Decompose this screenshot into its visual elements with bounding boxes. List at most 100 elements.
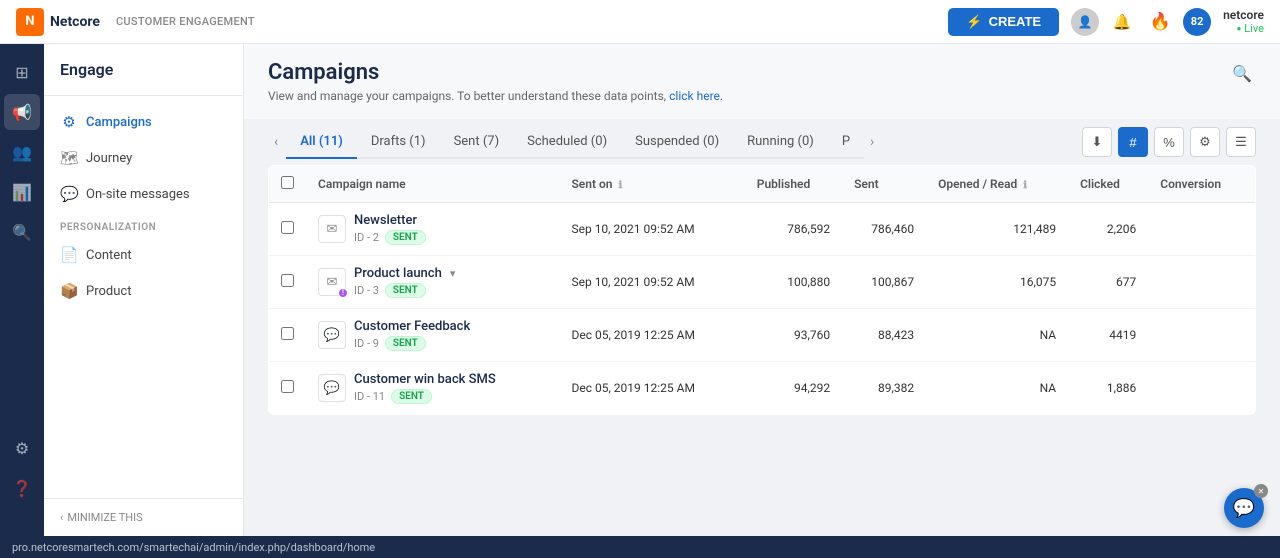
- sidebar: Engage ⚙ Campaigns 🗺 Journey 💬 On-site m…: [44, 44, 244, 536]
- hash-view-button[interactable]: #: [1118, 127, 1148, 157]
- nav-icon-grid[interactable]: ⊞: [4, 54, 40, 90]
- logo: N Netcore: [16, 8, 100, 36]
- clicked-cell: 677: [1068, 256, 1148, 309]
- row-checkbox[interactable]: [281, 380, 294, 393]
- topbar: N Netcore Customer Engagement ⚡ CREATE 👤…: [0, 0, 1280, 44]
- chat-bubble[interactable]: 💬 ✕: [1224, 488, 1264, 528]
- journey-icon: 🗺: [60, 149, 78, 167]
- col-sent: Sent: [842, 166, 926, 203]
- onsite-icon: 💬: [60, 185, 78, 203]
- personalization-section-label: PERSONALIZATION: [44, 212, 243, 237]
- opened-read-cell: 16,075: [926, 256, 1068, 309]
- user-avatar[interactable]: 👤: [1071, 8, 1099, 36]
- content-icon: 📄: [60, 246, 78, 264]
- table-row: ✉ Newsletter ID - 2 SENT Sep 10, 2021 09…: [269, 203, 1256, 256]
- topbar-icons: 👤 🔔 🔥 82: [1071, 7, 1211, 37]
- filter-button[interactable]: ☰: [1226, 127, 1256, 157]
- product-icon: 📦: [60, 282, 78, 300]
- percent-view-button[interactable]: %: [1154, 127, 1184, 157]
- nav-icon-engage[interactable]: 📢: [4, 94, 40, 130]
- status-badge: SENT: [391, 389, 432, 404]
- tab-running[interactable]: Running (0): [733, 126, 828, 159]
- sidebar-item-onsite[interactable]: 💬 On-site messages: [44, 176, 243, 212]
- sent-cell: 89,382: [842, 362, 926, 415]
- account-info[interactable]: netcore Live: [1223, 8, 1264, 35]
- select-all-checkbox[interactable]: [281, 176, 294, 189]
- page-title: Campaigns: [268, 60, 723, 85]
- campaigns-icon: ⚙: [60, 113, 78, 131]
- nav-icon-settings[interactable]: ⚙: [4, 430, 40, 466]
- sent-cell: 100,867: [842, 256, 926, 309]
- tab-all[interactable]: All (11): [286, 126, 357, 159]
- sent-cell: 786,460: [842, 203, 926, 256]
- click-here-link[interactable]: click here.: [669, 89, 723, 103]
- clicked-cell: 2,206: [1068, 203, 1148, 256]
- tab-p[interactable]: P: [828, 126, 864, 159]
- table-row: ✉ ! Product launch ▾ ID - 3 SENT Sep 10,…: [269, 256, 1256, 309]
- score-badge[interactable]: 82: [1183, 8, 1211, 36]
- opened-read-info-icon[interactable]: ℹ: [1023, 180, 1027, 191]
- nav-icon-search[interactable]: 🔍: [4, 214, 40, 250]
- campaign-name: Product launch: [354, 266, 442, 281]
- create-icon: ⚡: [966, 14, 982, 30]
- sidebar-item-campaigns[interactable]: ⚙ Campaigns: [44, 104, 243, 140]
- status-badge: SENT: [385, 336, 426, 351]
- col-published: Published: [745, 166, 842, 203]
- col-campaign-name: Campaign name: [306, 166, 559, 203]
- clicked-cell: 1,886: [1068, 362, 1148, 415]
- opened-read-cell: NA: [926, 362, 1068, 415]
- sidebar-item-product[interactable]: 📦 Product: [44, 273, 243, 309]
- row-checkbox[interactable]: [281, 327, 294, 340]
- notification-bell[interactable]: 🔔: [1107, 7, 1137, 37]
- sidebar-item-journey[interactable]: 🗺 Journey: [44, 140, 243, 176]
- table-toolbar: ⬇ # % ⚙ ☰: [1082, 119, 1256, 165]
- expand-chevron[interactable]: ▾: [450, 267, 456, 280]
- campaign-id: ID - 11: [354, 390, 385, 403]
- topbar-subtitle: Customer Engagement: [116, 15, 255, 28]
- download-button[interactable]: ⬇: [1082, 127, 1112, 157]
- sidebar-item-content[interactable]: 📄 Content: [44, 237, 243, 273]
- page-subtitle: View and manage your campaigns. To bette…: [268, 89, 723, 103]
- tab-next-chevron[interactable]: ›: [864, 130, 880, 154]
- campaign-badge: !: [338, 288, 348, 298]
- sent-on-cell: Dec 05, 2019 12:25 AM: [559, 309, 744, 362]
- page-header: Campaigns View and manage your campaigns…: [244, 44, 1280, 119]
- conversion-cell: [1148, 256, 1255, 309]
- col-opened-read: Opened / Read ℹ: [926, 166, 1068, 203]
- settings-button[interactable]: ⚙: [1190, 127, 1220, 157]
- row-checkbox[interactable]: [281, 274, 294, 287]
- tab-suspended[interactable]: Suspended (0): [621, 126, 733, 159]
- published-cell: 786,592: [745, 203, 842, 256]
- campaign-name: Customer Feedback: [354, 319, 470, 334]
- tab-scheduled[interactable]: Scheduled (0): [513, 126, 621, 159]
- minimize-label: MINIMIZE THIS: [67, 511, 142, 524]
- create-button[interactable]: ⚡ CREATE: [948, 8, 1059, 36]
- campaigns-table: Campaign name Sent on ℹ Published Sent O…: [268, 165, 1256, 415]
- tabs-and-table: ‹ All (11)Drafts (1)Sent (7)Scheduled (0…: [244, 119, 1280, 536]
- statusbar: pro.netcoresmartech.com/smartechai/admin…: [0, 536, 1280, 558]
- logo-icon: N: [16, 8, 44, 36]
- campaign-type-icon: ✉: [318, 215, 346, 243]
- nav-icon-analytics[interactable]: 📊: [4, 174, 40, 210]
- sent-on-info-icon[interactable]: ℹ: [618, 180, 622, 191]
- main-content: Campaigns View and manage your campaigns…: [244, 44, 1280, 536]
- tab-sent[interactable]: Sent (7): [440, 126, 514, 159]
- sidebar-label-content: Content: [86, 248, 132, 263]
- conversion-cell: [1148, 203, 1255, 256]
- campaign-name: Customer win back SMS: [354, 372, 496, 387]
- tab-prev-chevron[interactable]: ‹: [268, 130, 284, 154]
- tab-drafts[interactable]: Drafts (1): [357, 126, 440, 159]
- col-sent-on: Sent on ℹ: [559, 166, 744, 203]
- nav-icon-users[interactable]: 👥: [4, 134, 40, 170]
- campaign-type-icon: 💬: [318, 374, 346, 402]
- sidebar-label-campaigns: Campaigns: [86, 115, 152, 130]
- row-checkbox[interactable]: [281, 221, 294, 234]
- campaign-type-icon: ✉ !: [318, 268, 346, 296]
- chat-close-icon[interactable]: ✕: [1254, 484, 1268, 498]
- campaign-id: ID - 3: [354, 284, 379, 297]
- nav-icon-help[interactable]: ❓: [4, 470, 40, 506]
- minimize-sidebar[interactable]: ‹ MINIMIZE THIS: [44, 498, 243, 536]
- fire-icon[interactable]: 🔥: [1145, 7, 1175, 37]
- search-button[interactable]: 🔍: [1228, 60, 1256, 88]
- create-label: CREATE: [989, 14, 1041, 29]
